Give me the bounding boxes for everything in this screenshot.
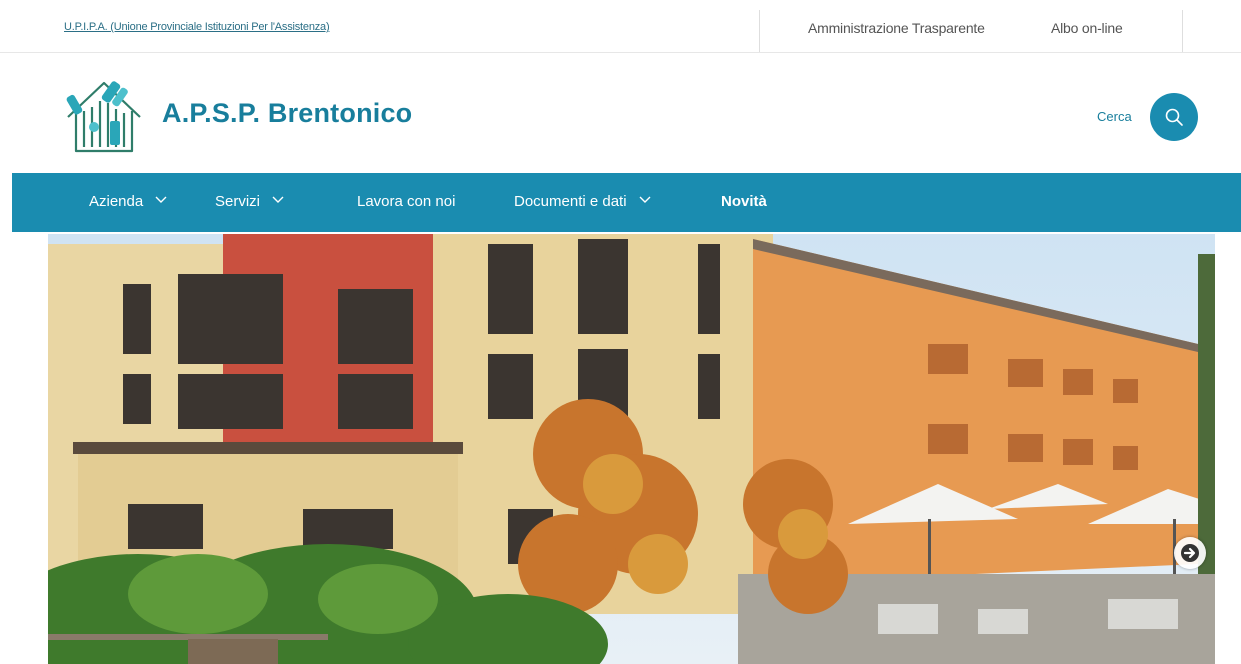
- amministrazione-trasparente-link[interactable]: Amministrazione Trasparente: [808, 20, 985, 36]
- nav-item-label: Documenti e dati: [514, 193, 627, 210]
- main-nav: Azienda Servizi Lavora con noi Documenti…: [12, 173, 1241, 232]
- chevron-down-icon: [272, 196, 284, 203]
- hero-carousel-image: [48, 234, 1215, 664]
- top-bar: U.P.I.P.A. (Unione Provinciale Istituzio…: [0, 0, 1241, 53]
- nav-item-label: Servizi: [215, 193, 261, 210]
- arrow-right-icon: [1181, 544, 1199, 562]
- house-hands-logo-icon[interactable]: [64, 77, 144, 160]
- nav-item-documenti-e-dati[interactable]: Documenti e dati: [514, 193, 651, 210]
- chevron-down-icon: [155, 196, 167, 203]
- nav-item-servizi[interactable]: Servizi: [215, 193, 284, 210]
- nav-item-label: Lavora con noi: [357, 193, 456, 210]
- albo-online-link[interactable]: Albo on-line: [1051, 20, 1123, 36]
- search-icon: [1165, 108, 1183, 126]
- site-header: A.P.S.P. Brentonico Cerca: [0, 53, 1241, 173]
- nav-item-azienda[interactable]: Azienda: [89, 193, 167, 210]
- carousel-next-button[interactable]: [1174, 537, 1206, 569]
- search-label[interactable]: Cerca: [1097, 109, 1132, 124]
- chevron-down-icon: [639, 196, 651, 203]
- upipa-link[interactable]: U.P.I.P.A. (Unione Provinciale Istituzio…: [64, 21, 330, 33]
- search-button[interactable]: [1150, 93, 1198, 141]
- top-divider: [759, 10, 760, 52]
- nav-item-lavora-con-noi[interactable]: Lavora con noi: [357, 193, 455, 210]
- top-divider: [1182, 10, 1183, 52]
- nav-item-novita[interactable]: Novità: [721, 193, 767, 210]
- site-title[interactable]: A.P.S.P. Brentonico: [162, 98, 412, 129]
- nav-item-label: Azienda: [89, 193, 144, 210]
- nav-item-label: Novità: [721, 193, 767, 210]
